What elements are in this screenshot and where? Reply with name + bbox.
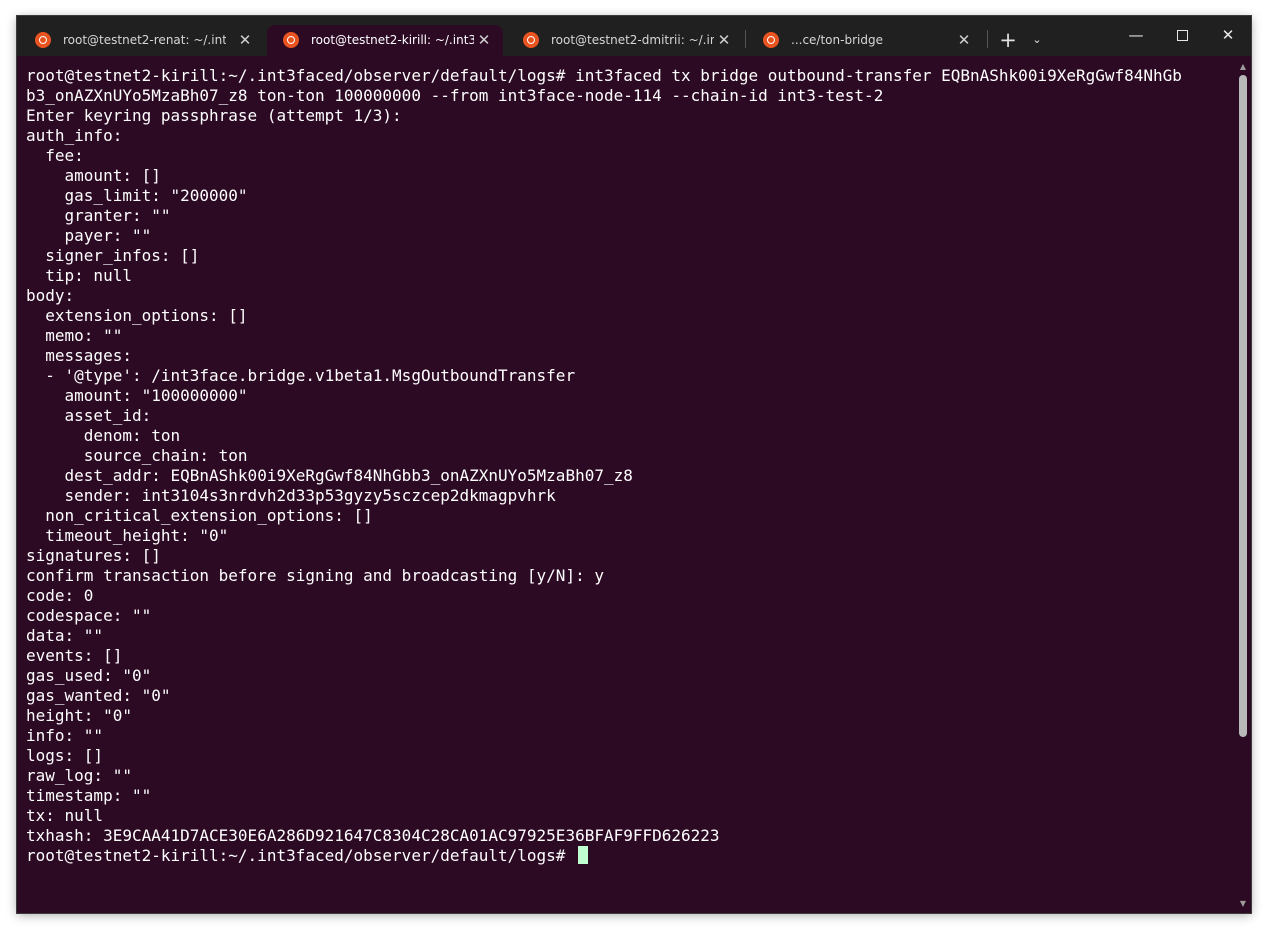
tab-separator	[745, 30, 746, 48]
terminal-line: timeout_height: "0"	[26, 526, 229, 545]
tab-dropdown-button[interactable]: ⌄	[1027, 30, 1047, 50]
terminal-line: root@testnet2-kirill:~/.int3faced/observ…	[26, 66, 1182, 85]
close-icon: ✕	[1221, 26, 1235, 44]
terminal-line: codespace: ""	[26, 606, 152, 625]
terminal-line: gas_limit: "200000"	[26, 186, 248, 205]
tab-label: root@testnet2-renat: ~/.int3fac	[63, 33, 226, 47]
terminal-line: gas_used: "0"	[26, 666, 152, 685]
maximize-icon	[1176, 30, 1188, 41]
terminal-line: granter: ""	[26, 206, 171, 225]
tab-ton-bridge[interactable]: ...ce/ton-bridge ✕	[747, 25, 983, 56]
terminal-line: logs: []	[26, 746, 104, 765]
ubuntu-icon	[283, 32, 299, 48]
ubuntu-icon	[523, 32, 539, 48]
chevron-down-icon: ⌄	[1032, 33, 1042, 46]
minimize-button[interactable]: —	[1113, 16, 1159, 56]
tab-separator	[987, 30, 988, 48]
terminal-line: extension_options: []	[26, 306, 248, 325]
tab-label: root@testnet2-kirill: ~/.int3fac	[311, 33, 474, 47]
terminal-line: memo: ""	[26, 326, 123, 345]
terminal-line: asset_id:	[26, 406, 152, 425]
tab-label: ...ce/ton-bridge	[791, 33, 883, 47]
terminal-line: code: 0	[26, 586, 94, 605]
terminal-line: signer_infos: []	[26, 246, 200, 265]
ubuntu-icon	[763, 32, 779, 48]
terminal-line: txhash: 3E9CAA41D7ACE30E6A286D921647C830…	[26, 826, 720, 845]
window-close-button[interactable]: ✕	[1205, 16, 1251, 56]
terminal-line: payer: ""	[26, 226, 152, 245]
new-tab-button[interactable]: +	[997, 29, 1019, 51]
terminal-line: sender: int3104s3nrdvh2d33p53gyzy5sczcep…	[26, 486, 556, 505]
scroll-up-icon[interactable]: ▲	[1235, 60, 1251, 74]
terminal-line: data: ""	[26, 626, 104, 645]
ubuntu-icon	[35, 32, 51, 48]
terminal-line: confirm transaction before signing and b…	[26, 566, 604, 585]
terminal-line: - '@type': /int3face.bridge.v1beta1.MsgO…	[26, 366, 576, 385]
terminal-line: gas_wanted: "0"	[26, 686, 171, 705]
terminal-line: fee:	[26, 146, 84, 165]
terminal-line: tx: null	[26, 806, 104, 825]
terminal-line: timestamp: ""	[26, 786, 152, 805]
close-icon[interactable]: ✕	[954, 25, 974, 56]
terminal-line: messages:	[26, 346, 132, 365]
terminal-line: source_chain: ton	[26, 446, 248, 465]
terminal-line: non_critical_extension_options: []	[26, 506, 373, 525]
maximize-button[interactable]	[1159, 16, 1205, 56]
terminal-output[interactable]: root@testnet2-kirill:~/.int3faced/observ…	[17, 56, 1235, 913]
terminal-line: b3_onAZXnUYo5MzaBh07_z8 ton-ton 10000000…	[26, 86, 884, 105]
terminal-line: dest_addr: EQBnAShk00i9XeRgGwf84NhGbb3_o…	[26, 466, 633, 485]
minimize-icon: —	[1128, 26, 1144, 44]
close-icon[interactable]: ✕	[474, 25, 494, 56]
scrollbar[interactable]: ▲ ▼	[1235, 56, 1251, 913]
tab-kirill[interactable]: root@testnet2-kirill: ~/.int3fac ✕	[267, 25, 503, 56]
scrollbar-thumb[interactable]	[1239, 75, 1247, 737]
terminal-line: tip: null	[26, 266, 132, 285]
terminal-line: height: "0"	[26, 706, 132, 725]
close-icon[interactable]: ✕	[235, 25, 255, 56]
terminal-line: Enter keyring passphrase (attempt 1/3):	[26, 106, 402, 125]
terminal-line: events: []	[26, 646, 123, 665]
scroll-down-icon[interactable]: ▼	[1235, 897, 1251, 911]
terminal-window: root@testnet2-renat: ~/.int3fac ✕ root@t…	[17, 16, 1251, 913]
tab-dmitrii[interactable]: root@testnet2-dmitrii: ~/.int3fa ✕	[507, 25, 743, 56]
terminal-line: body:	[26, 286, 75, 305]
terminal-line: auth_info:	[26, 126, 123, 145]
text-cursor	[578, 846, 589, 864]
title-bar: root@testnet2-renat: ~/.int3fac ✕ root@t…	[17, 16, 1251, 56]
terminal-line: amount: []	[26, 166, 161, 185]
terminal-line: raw_log: ""	[26, 766, 132, 785]
tab-renat[interactable]: root@testnet2-renat: ~/.int3fac ✕	[19, 25, 265, 56]
prompt-text: root@testnet2-kirill:~/.int3faced/observ…	[26, 846, 576, 865]
terminal-line: info: ""	[26, 726, 104, 745]
plus-icon: +	[999, 28, 1017, 52]
prompt-line[interactable]: root@testnet2-kirill:~/.int3faced/observ…	[26, 846, 1235, 866]
terminal-line: amount: "100000000"	[26, 386, 248, 405]
tab-label: root@testnet2-dmitrii: ~/.int3fa	[551, 33, 714, 47]
terminal-line: denom: ton	[26, 426, 181, 445]
terminal-line: signatures: []	[26, 546, 161, 565]
close-icon[interactable]: ✕	[714, 25, 734, 56]
